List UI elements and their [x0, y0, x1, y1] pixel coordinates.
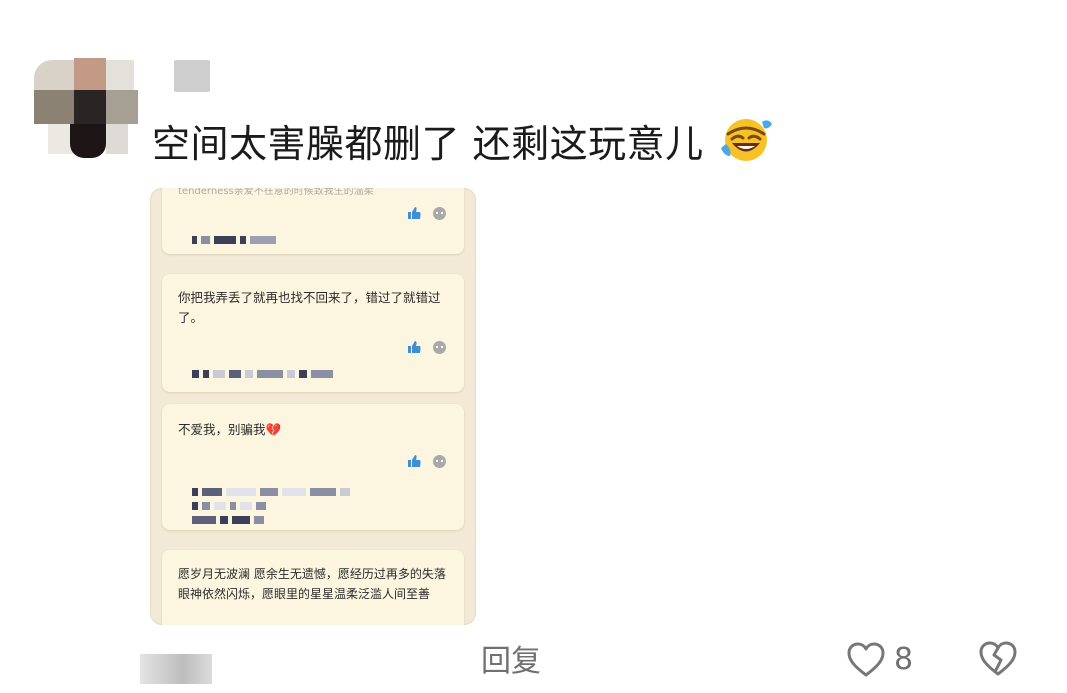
dislike-button[interactable]	[977, 640, 1019, 682]
shot-card-3-blurred-meta-1	[192, 488, 350, 496]
shot-card-4: 愿岁月无波澜 愿余生无遗憾，愿经历过再多的失落 眼神依然闪烁，愿眼里的星星温柔泛…	[162, 550, 464, 625]
shot-card-1-actions	[407, 206, 446, 220]
shot-card-1-blurred-meta	[192, 236, 276, 244]
shot-card-2-text: 你把我弄丢了就再也找不回来了，错过了就错过了。	[178, 290, 441, 325]
shot-card-2-blurred-meta	[192, 370, 333, 378]
comment-bubble-icon	[433, 340, 446, 354]
shot-card-2: 你把我弄丢了就再也找不回来了，错过了就错过了。	[162, 274, 464, 392]
shot-card-3-actions	[407, 454, 446, 468]
attached-screenshot-image[interactable]: tenderness亲爱不在意的时候致我生的温柔 你把我弄丢了就再也找不回来了，…	[150, 188, 476, 625]
shot-card-1: tenderness亲爱不在意的时候致我生的温柔	[162, 188, 464, 254]
broken-heart-icon	[979, 641, 1017, 676]
username-placeholder[interactable]	[174, 60, 210, 92]
comment-text-content: 空间太害臊都删了 还剩这玩意儿	[152, 122, 704, 166]
comment-bubble-icon	[433, 454, 446, 468]
rolling-on-floor-laughing-icon	[718, 114, 774, 179]
comment-bubble-icon	[433, 206, 446, 220]
thumbs-up-icon	[408, 341, 421, 353]
like-count: 8	[894, 642, 914, 677]
heart-icon	[847, 642, 885, 677]
comment-text: 空间太害臊都删了 还剩这玩意儿	[152, 114, 774, 179]
shot-card-3-blurred-meta-3	[192, 516, 264, 524]
thumbs-up-icon	[408, 207, 421, 219]
shot-card-3: 不爱我，别骗我💔	[162, 404, 464, 530]
user-avatar[interactable]	[34, 58, 138, 158]
shot-card-4-text: 愿岁月无波澜 愿余生无遗憾，愿经历过再多的失落 眼神依然闪烁，愿眼里的星星温柔泛…	[178, 567, 446, 601]
thumbs-up-icon	[408, 455, 421, 467]
reply-button[interactable]: 回复	[481, 642, 541, 682]
shot-card-1-text: tenderness亲爱不在意的时候致我生的温柔	[178, 188, 374, 197]
like-button[interactable]: 8	[846, 640, 913, 680]
shot-card-3-blurred-meta-2	[192, 502, 266, 510]
comment-time-placeholder	[140, 654, 212, 684]
shot-card-3-text: 不爱我，别骗我💔	[178, 422, 282, 437]
shot-card-2-actions	[407, 340, 446, 354]
